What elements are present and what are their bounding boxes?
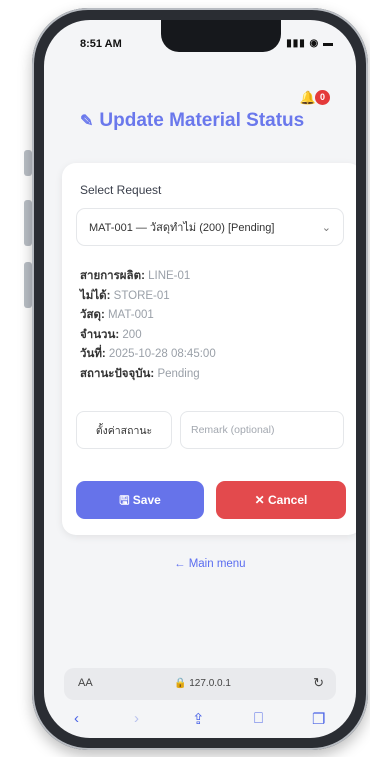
detail-key: จำนวน: (80, 328, 120, 341)
detail-value: MAT-001 (104, 309, 154, 321)
save-button[interactable]: 🖫 Save (76, 481, 204, 519)
detail-key: ไม่ได้: (80, 289, 111, 302)
chevron-down-icon: ⌄ (321, 222, 331, 234)
volume-up-button (24, 200, 32, 246)
forward-icon[interactable]: › (134, 710, 139, 727)
detail-value: STORE-01 (110, 289, 170, 302)
detail-date: วันที่: 2025-10-28 08:45:00 (80, 345, 216, 365)
detail-current-status: สถานะปัจจุบัน: Pending (80, 365, 216, 385)
phone-screen: 8:51 AM ▮▮▮ ◉ ▬ 🔔 0 ✎ Update Material Sta… (44, 20, 356, 738)
detail-store: ไม่ได้: STORE-01 (80, 287, 216, 307)
bell-icon[interactable]: 🔔 (300, 90, 316, 106)
share-icon[interactable]: ⇪ (192, 710, 205, 728)
edit-icon: ✎ (80, 113, 94, 130)
request-details: สายการผลิต: LINE-01 ไม่ได้: STORE-01 วัส… (80, 267, 216, 384)
status-icons: ▮▮▮ ◉ ▬ (286, 38, 334, 49)
volume-down-button (24, 262, 32, 308)
detail-line: สายการผลิต: LINE-01 (80, 267, 216, 287)
detail-quantity: จำนวน: 200 (80, 326, 216, 346)
page-title: ✎ Update Material Status (80, 110, 304, 132)
detail-material: วัสดุ: MAT-001 (80, 306, 216, 326)
url-text[interactable]: 🔒 127.0.0.1 (174, 678, 231, 689)
status-remark-row: ตั้งค่าสถานะ (76, 411, 344, 449)
detail-value: 200 (119, 328, 142, 341)
cancel-button[interactable]: ✕ Cancel (216, 481, 346, 519)
detail-value: 2025-10-28 08:45:00 (105, 348, 216, 360)
remark-input[interactable] (180, 411, 344, 449)
detail-value: Pending (154, 367, 200, 380)
request-select[interactable]: MAT-001 — วัสดุทำไม่ (200) [Pending] ⌄ (76, 208, 344, 246)
status-bar: 8:51 AM ▮▮▮ ◉ ▬ (80, 38, 334, 56)
phone-frame: 8:51 AM ▮▮▮ ◉ ▬ 🔔 0 ✎ Update Material Sta… (32, 8, 368, 750)
detail-key: สถานะปัจจุบัน: (80, 367, 155, 380)
request-select-value: MAT-001 — วัสดุทำไม่ (200) [Pending] (89, 222, 275, 234)
notification-badge: 0 (315, 90, 330, 105)
reader-text-size-button[interactable]: AA (78, 677, 93, 689)
detail-value: LINE-01 (144, 270, 191, 282)
form-card: Select Request MAT-001 — วัสดุทำไม่ (200… (62, 163, 356, 535)
main-menu-link[interactable]: ← Main menu (174, 558, 246, 570)
tabs-icon[interactable]: ❐ (312, 710, 325, 728)
status-select[interactable]: ตั้งค่าสถานะ (76, 411, 172, 449)
detail-key: สายการผลิต: (80, 270, 145, 282)
page-title-text: Update Material Status (99, 110, 305, 131)
address-bar[interactable]: AA 🔒 127.0.0.1 ↻ (64, 668, 336, 700)
status-time: 8:51 AM (80, 38, 122, 50)
select-request-label: Select Request (80, 183, 162, 197)
detail-key: วัสดุ: (80, 309, 105, 321)
bookmarks-icon[interactable]: ⎕ (254, 710, 263, 727)
reload-icon[interactable]: ↻ (313, 675, 324, 691)
detail-key: วันที่: (80, 348, 106, 360)
back-icon[interactable]: ‹ (74, 710, 79, 727)
browser-toolbar: ‹ › ⇪ ⎕ ❐ (64, 710, 336, 734)
mute-switch (24, 150, 32, 176)
